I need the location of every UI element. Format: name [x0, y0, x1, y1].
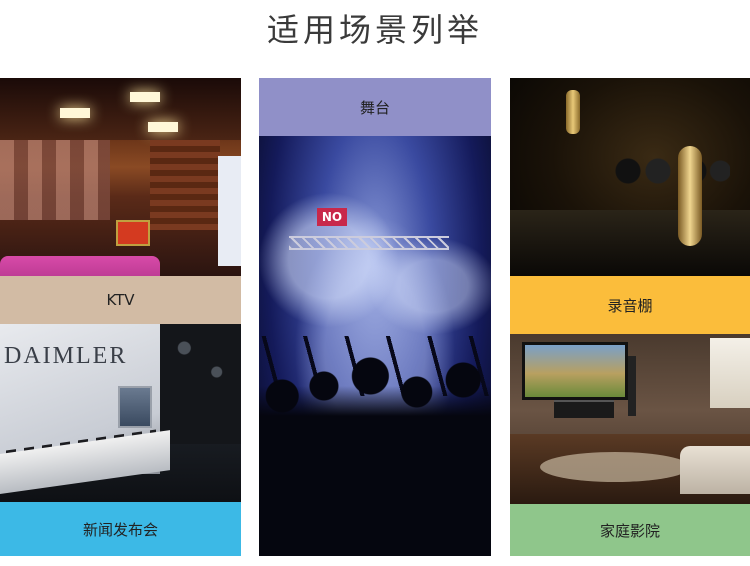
scenario-label-press-conference: 新闻发布会 — [0, 502, 241, 556]
floor-speaker — [628, 356, 636, 416]
speaker-video-screen — [118, 386, 152, 428]
ktv-room-image — [0, 78, 241, 276]
press-conference-image: DAIMLER — [0, 324, 241, 502]
headphones-row — [610, 156, 730, 186]
stage-sign: NO — [317, 208, 347, 226]
scenario-label-stage: 舞台 — [259, 78, 491, 136]
ceiling-light — [60, 108, 90, 118]
scenario-label-ktv: KTV — [0, 276, 241, 324]
stage-spotlights — [160, 324, 241, 444]
ceiling-light — [130, 92, 160, 102]
concert-stage-image: NO — [259, 136, 491, 556]
area-rug — [540, 452, 690, 482]
page-title: 适用场景列举 — [266, 11, 483, 49]
ceiling-light — [148, 122, 178, 132]
home-theater-image — [510, 334, 750, 504]
scenario-label-recording-studio: 录音棚 — [510, 276, 750, 334]
wall-panels — [0, 140, 110, 220]
wall-tv-screen — [522, 342, 628, 400]
crowd-silhouette — [259, 356, 491, 556]
sofa — [680, 446, 750, 494]
projection-screen — [218, 156, 241, 266]
studio-desk — [510, 210, 750, 276]
scenario-label-home-theater: 家庭影院 — [510, 504, 750, 556]
lighting-truss — [289, 236, 449, 250]
ceiling — [0, 78, 241, 140]
window — [710, 338, 750, 408]
hanging-microphone — [566, 90, 580, 134]
pink-sofa — [0, 256, 160, 276]
painting — [116, 220, 150, 246]
condenser-microphone — [678, 146, 702, 246]
brand-text: DAIMLER — [4, 343, 128, 369]
av-receiver — [554, 400, 614, 418]
recording-studio-image — [510, 78, 750, 276]
wood-wall — [150, 140, 220, 230]
